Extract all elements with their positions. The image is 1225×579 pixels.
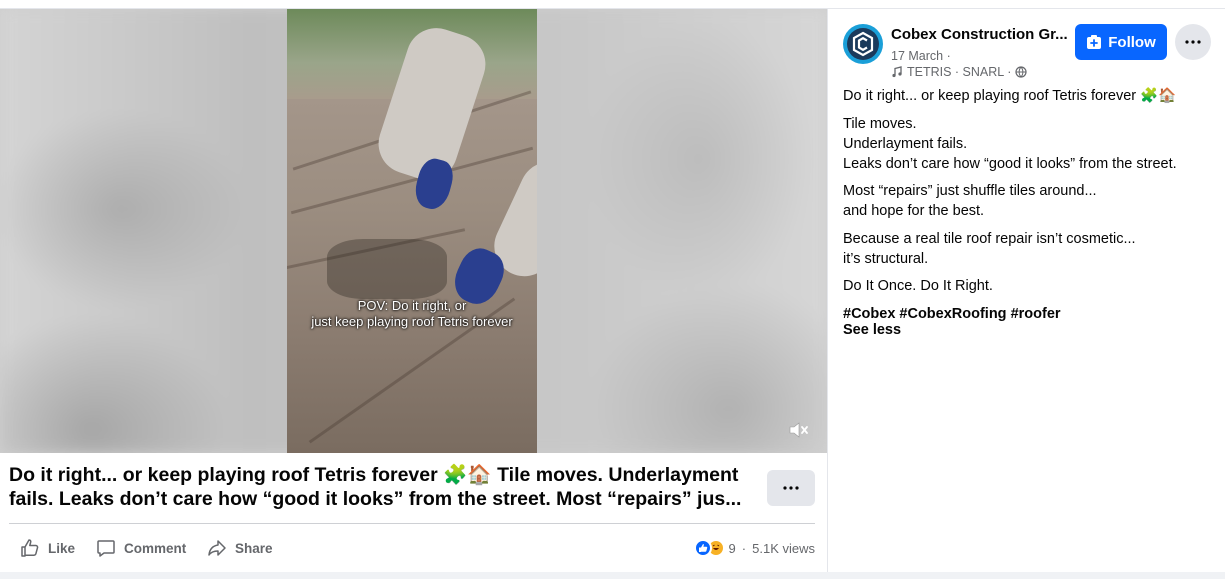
follow-button[interactable]: Follow xyxy=(1075,24,1167,60)
cobex-logo-icon xyxy=(847,28,879,60)
like-button[interactable]: Like xyxy=(20,536,75,560)
hashtags[interactable]: #Cobex #CobexRoofing #roofer xyxy=(843,304,1213,324)
audio-label: TETRIS · SNARL · xyxy=(907,65,1012,79)
post-text-line: Leaks don’t care how “good it looks” fro… xyxy=(843,155,1177,172)
video-frame[interactable]: POV: Do it right, or just keep playing r… xyxy=(287,9,537,453)
like-icon xyxy=(21,539,39,557)
post-text-line: and hope for the best. xyxy=(843,203,985,219)
music-note-icon xyxy=(892,66,902,78)
video-caption: POV: Do it right, or just keep playing r… xyxy=(287,298,537,330)
globe-icon xyxy=(1015,66,1028,78)
share-icon xyxy=(208,540,226,556)
comment-icon xyxy=(97,540,115,557)
post-body: Do it right... or keep playing roof Tetr… xyxy=(843,86,1213,331)
post-date[interactable]: 17 March · xyxy=(891,49,951,63)
bottom-strip xyxy=(0,572,1225,579)
post-title: Do it right... or keep playing roof Tetr… xyxy=(9,464,742,510)
post-paragraph: Most “repairs” just shuffle tiles around… xyxy=(843,181,1213,221)
comment-label: Comment xyxy=(124,540,187,556)
post-text-line: Do it right... or keep playing roof Tetr… xyxy=(843,88,1177,104)
worker-shadow xyxy=(327,239,447,299)
post-menu-button[interactable] xyxy=(1175,24,1211,60)
view-count: 5.1K views xyxy=(752,540,815,556)
stats-separator: · xyxy=(741,540,747,556)
post-text-line: it’s structural. xyxy=(843,250,929,267)
video-caption-line: POV: Do it right, or xyxy=(357,298,467,313)
reaction-count: 9 xyxy=(728,540,736,556)
post-text-line: Underlayment fails. xyxy=(843,135,968,152)
top-border xyxy=(0,0,1225,9)
more-icon xyxy=(1185,40,1201,44)
follow-plus-icon xyxy=(1087,35,1102,49)
page-name[interactable]: Cobex Construction Gr... xyxy=(891,26,1071,43)
post-stats[interactable]: 9 · 5.1K views xyxy=(693,536,815,560)
video-caption-line: just keep playing roof Tetris forever xyxy=(311,314,513,329)
panel-divider xyxy=(827,9,828,572)
post-paragraph: Tile moves. Underlayment fails. Leaks do… xyxy=(843,114,1213,174)
post-text-line: Tile moves. xyxy=(843,115,917,132)
post-text-line: Most “repairs” just shuffle tiles around… xyxy=(843,183,1097,199)
more-icon xyxy=(783,486,799,490)
mute-button[interactable] xyxy=(787,419,811,441)
share-button[interactable]: Share xyxy=(207,536,273,560)
divider xyxy=(9,523,815,524)
see-less-link[interactable]: See less xyxy=(843,322,901,338)
audio-track[interactable]: TETRIS · SNARL · xyxy=(891,65,1028,79)
mute-icon xyxy=(789,422,808,438)
post-text-line: Do It Once. Do It Right. xyxy=(843,278,993,294)
like-label: Like xyxy=(48,540,76,556)
post-paragraph: Because a real tile roof repair isn’t co… xyxy=(843,229,1213,269)
like-reaction-icon xyxy=(693,539,712,557)
comment-button[interactable]: Comment xyxy=(96,536,186,560)
avatar[interactable] xyxy=(843,24,883,64)
follow-label: Follow xyxy=(1108,33,1156,51)
more-options-button[interactable] xyxy=(767,470,815,506)
video-player[interactable]: POV: Do it right, or just keep playing r… xyxy=(0,9,827,453)
share-label: Share xyxy=(235,540,273,556)
post-text-line: Because a real tile roof repair isn’t co… xyxy=(843,230,1136,247)
